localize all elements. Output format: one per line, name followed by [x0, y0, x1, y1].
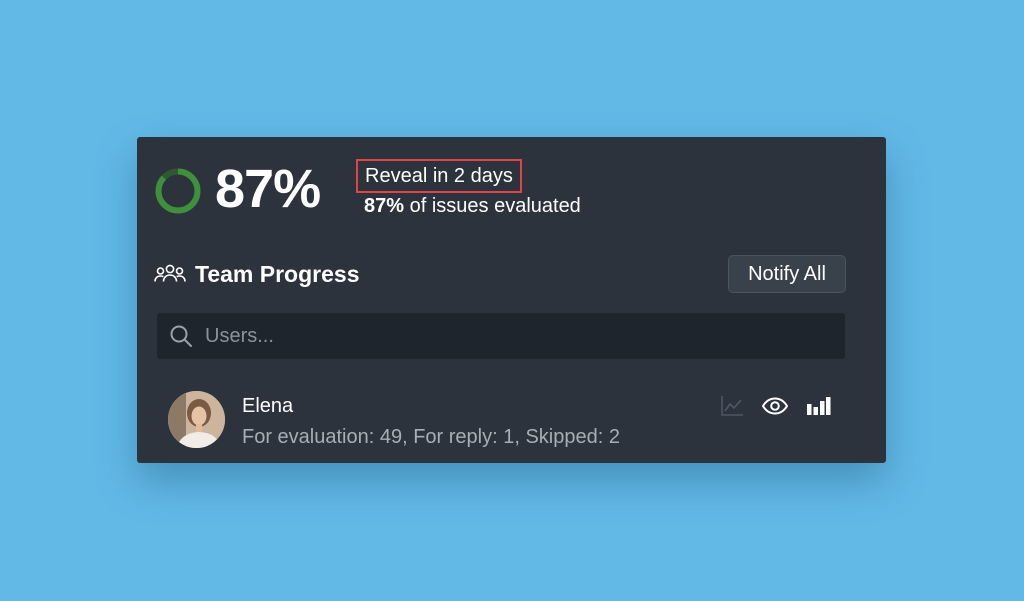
bar-chart-icon[interactable]: [805, 393, 831, 419]
progress-ring-icon: [155, 168, 201, 214]
search-icon: [170, 325, 192, 347]
notify-all-button[interactable]: Notify All: [728, 255, 846, 293]
team-progress-title: Team Progress: [195, 261, 360, 287]
line-chart-icon[interactable]: [719, 393, 745, 419]
user-name: Elena: [242, 395, 294, 417]
avatar: [168, 391, 225, 448]
reveal-countdown: Reveal in 2 days: [356, 159, 522, 193]
issues-evaluated-text: 87% of issues evaluated: [364, 193, 581, 219]
team-icon: [154, 264, 186, 282]
eye-icon[interactable]: [761, 393, 789, 419]
issues-percent: 87%: [364, 195, 405, 217]
user-row[interactable]: Elena For evaluation: 49, For reply: 1, …: [157, 381, 847, 451]
avatar-image: [168, 391, 225, 448]
user-search-box[interactable]: [157, 313, 845, 359]
team-progress-card: 87% Reveal in 2 days 87% of issues evalu…: [137, 137, 886, 463]
user-stats: For evaluation: 49, For reply: 1, Skippe…: [242, 426, 620, 448]
issues-label: of issues evaluated: [404, 195, 581, 217]
progress-percent: 87%: [215, 159, 321, 219]
user-search-input[interactable]: [205, 313, 825, 359]
